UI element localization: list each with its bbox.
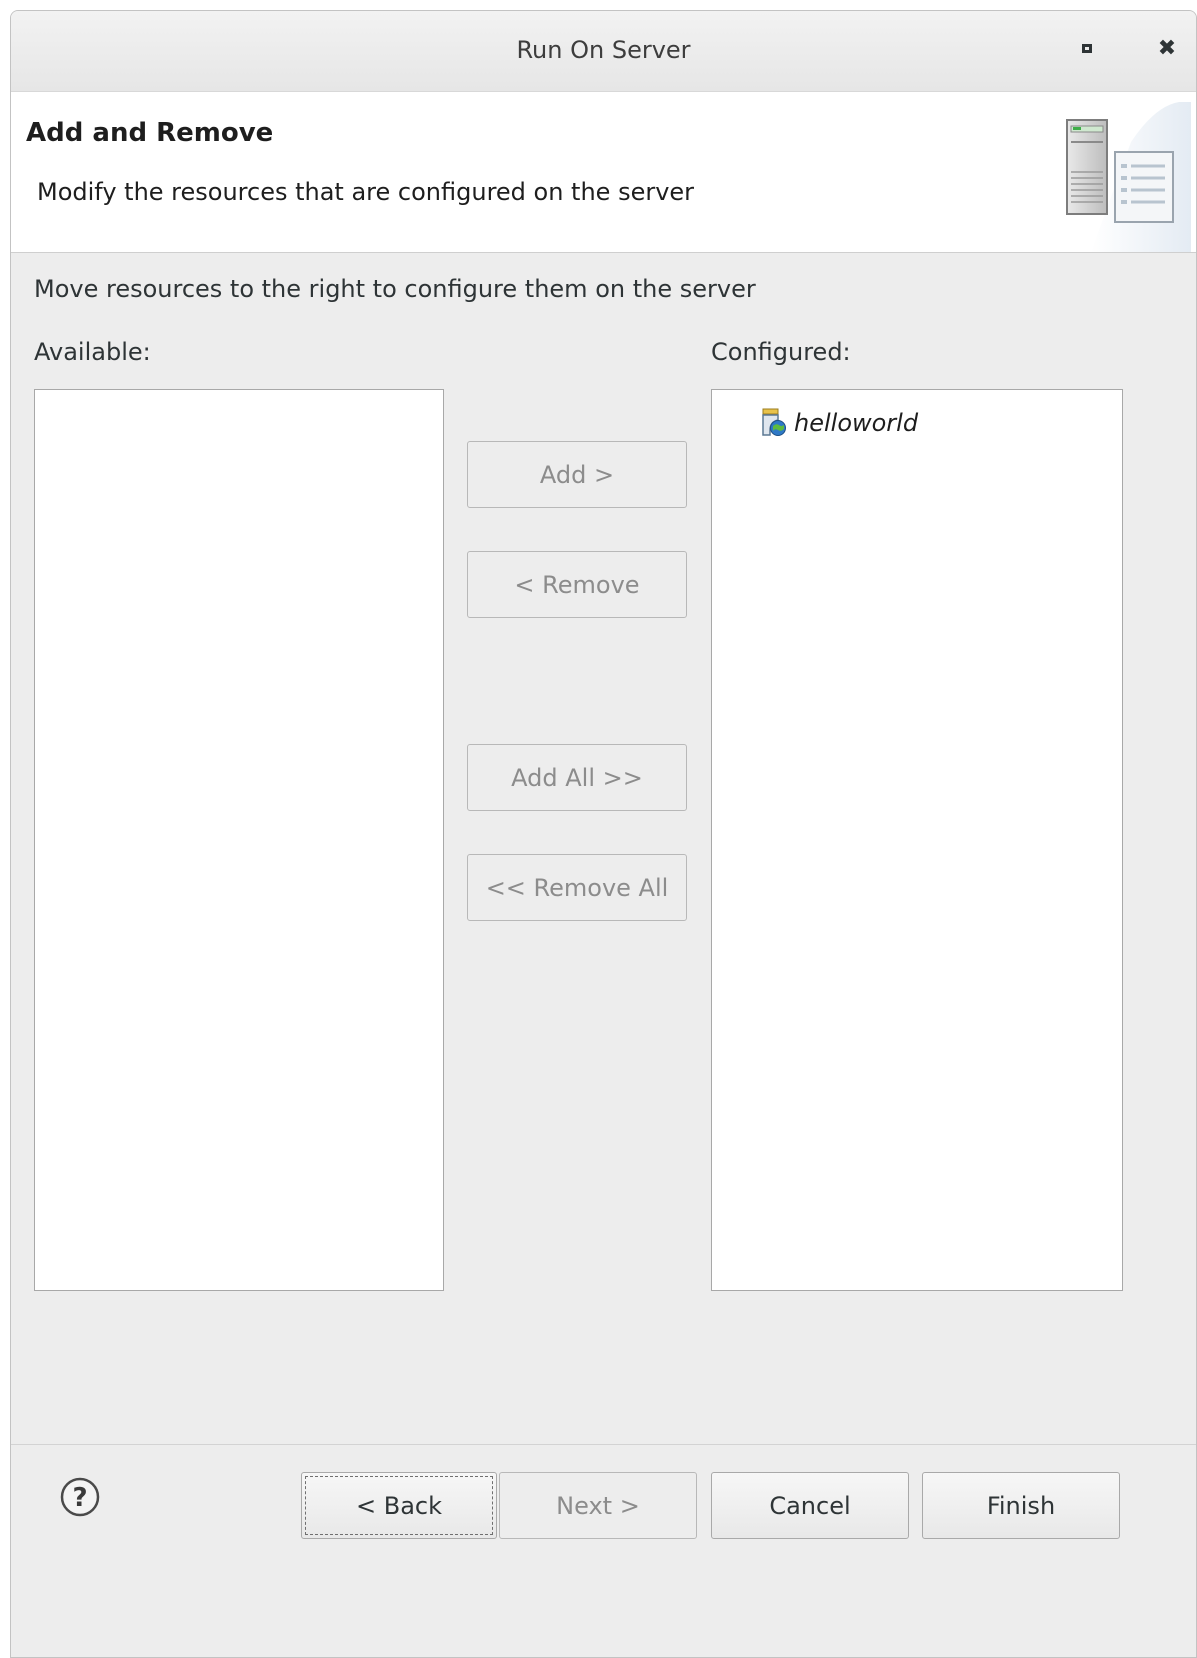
configured-list[interactable]: helloworld: [711, 389, 1123, 1291]
remove-button[interactable]: < Remove: [467, 551, 687, 618]
list-item-label: helloworld: [794, 409, 919, 437]
add-button[interactable]: Add >: [467, 441, 687, 508]
configured-label: Configured:: [711, 338, 851, 366]
help-icon[interactable]: ?: [59, 1476, 101, 1518]
instruction-text: Move resources to the right to configure…: [34, 275, 756, 303]
run-on-server-dialog: Run On Server ✖ Add and Remove Modify th…: [10, 10, 1197, 1658]
web-project-icon: [762, 408, 786, 436]
back-button[interactable]: < Back: [301, 1472, 497, 1539]
page-title: Add and Remove: [26, 118, 274, 148]
remove-all-button[interactable]: << Remove All: [467, 854, 687, 921]
available-label: Available:: [34, 338, 151, 366]
page-description: Modify the resources that are configured…: [37, 178, 695, 206]
next-button[interactable]: Next >: [499, 1472, 697, 1539]
wizard-header: Add and Remove Modify the resources that…: [11, 92, 1196, 253]
add-all-button[interactable]: Add All >>: [467, 744, 687, 811]
svg-text:?: ?: [72, 1483, 87, 1513]
close-icon[interactable]: ✖: [1157, 38, 1177, 60]
available-list[interactable]: [34, 389, 444, 1291]
maximize-icon[interactable]: [1078, 39, 1098, 59]
window-title: Run On Server: [516, 36, 691, 64]
list-item[interactable]: helloworld: [760, 406, 918, 440]
finish-button[interactable]: Finish: [922, 1472, 1120, 1539]
footer-divider: [11, 1444, 1196, 1445]
cancel-button[interactable]: Cancel: [711, 1472, 909, 1539]
server-wizard-banner-icon: [1066, 102, 1191, 252]
title-bar[interactable]: Run On Server ✖: [11, 11, 1196, 92]
